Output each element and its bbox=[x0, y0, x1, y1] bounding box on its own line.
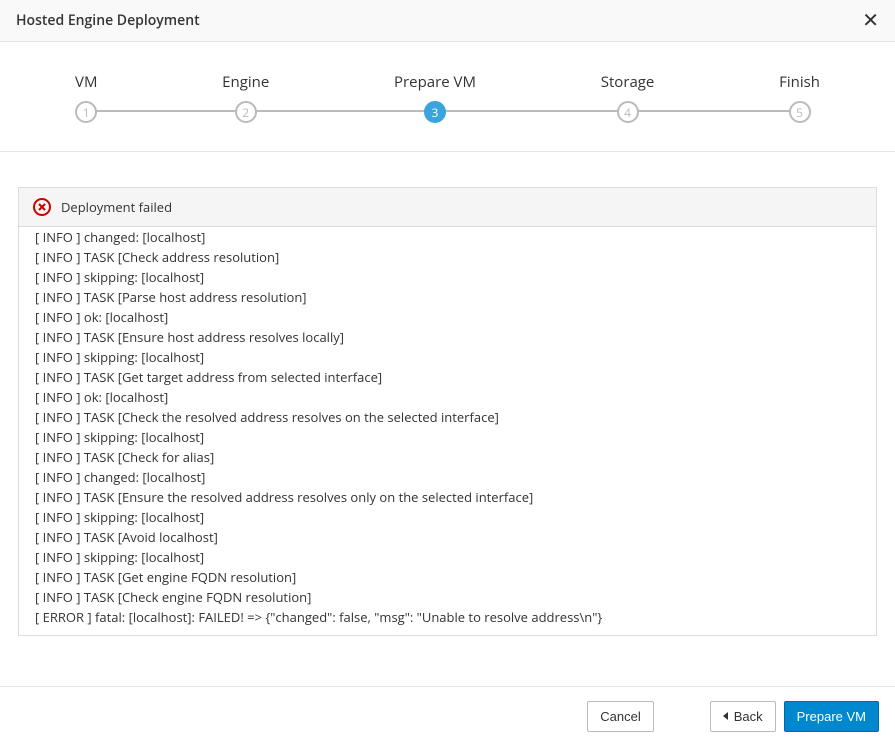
log-line: [ INFO ] ok: [localhost] bbox=[35, 307, 860, 327]
wizard-step-vm[interactable]: VM 1 bbox=[75, 72, 97, 123]
error-circle-icon bbox=[33, 198, 51, 216]
back-label: Back bbox=[734, 707, 763, 727]
chevron-left-icon bbox=[723, 712, 728, 720]
log-line: [ INFO ] TASK [Get engine FQDN resolutio… bbox=[35, 567, 860, 587]
log-line: [ INFO ] TASK [Check for alias] bbox=[35, 447, 860, 467]
cancel-label: Cancel bbox=[600, 707, 640, 727]
modal-title: Hosted Engine Deployment bbox=[16, 11, 200, 30]
step-label: Prepare VM bbox=[394, 72, 476, 92]
step-label: Engine bbox=[222, 72, 269, 92]
wizard-step-storage[interactable]: Storage 4 bbox=[601, 72, 655, 123]
primary-label: Prepare VM bbox=[797, 707, 866, 727]
log-line: [ INFO ] TASK [Parse host address resolu… bbox=[35, 287, 860, 307]
log-line: [ INFO ] TASK [Check the resolved addres… bbox=[35, 407, 860, 427]
wizard-progress: VM 1 Engine 2 Prepare VM 3 Storage 4 Fin… bbox=[0, 42, 895, 152]
log-line: [ INFO ] skipping: [localhost] bbox=[35, 507, 860, 527]
wizard-step-prepare-vm[interactable]: Prepare VM 3 bbox=[394, 72, 476, 123]
log-line: [ INFO ] TASK [Get target address from s… bbox=[35, 367, 860, 387]
log-line: [ INFO ] ok: [localhost] bbox=[35, 387, 860, 407]
status-bar: Deployment failed bbox=[18, 187, 877, 226]
prepare-vm-button[interactable]: Prepare VM bbox=[784, 701, 879, 733]
log-line: [ INFO ] TASK [Check engine FQDN resolut… bbox=[35, 587, 860, 607]
step-number-circle: 5 bbox=[789, 101, 811, 123]
content-area: Deployment failed [ INFO ] changed: [loc… bbox=[0, 152, 895, 636]
log-line: [ INFO ] skipping: [localhost] bbox=[35, 267, 860, 287]
step-number-circle: 4 bbox=[617, 101, 639, 123]
log-output[interactable]: [ INFO ] changed: [localhost][ INFO ] TA… bbox=[18, 226, 877, 636]
log-line: [ INFO ] skipping: [localhost] bbox=[35, 547, 860, 567]
log-line: [ INFO ] skipping: [localhost] bbox=[35, 427, 860, 447]
wizard-footer: Cancel Back Prepare VM bbox=[0, 686, 895, 746]
step-label: Finish bbox=[779, 72, 820, 92]
log-line: [ INFO ] TASK [Avoid localhost] bbox=[35, 527, 860, 547]
wizard-step-finish[interactable]: Finish 5 bbox=[779, 72, 820, 123]
cancel-button[interactable]: Cancel bbox=[587, 701, 653, 733]
step-label: VM bbox=[75, 72, 97, 92]
step-number-circle: 1 bbox=[75, 101, 97, 123]
modal-header: Hosted Engine Deployment ✕ bbox=[0, 0, 895, 42]
step-label: Storage bbox=[601, 72, 655, 92]
step-number-circle: 2 bbox=[235, 101, 257, 123]
back-button[interactable]: Back bbox=[710, 701, 776, 733]
log-line: [ INFO ] skipping: [localhost] bbox=[35, 347, 860, 367]
wizard-step-engine[interactable]: Engine 2 bbox=[222, 72, 269, 123]
log-line: [ INFO ] TASK [Ensure the resolved addre… bbox=[35, 487, 860, 507]
footer-spacer bbox=[662, 701, 702, 733]
log-line: [ INFO ] TASK [Check address resolution] bbox=[35, 247, 860, 267]
status-text: Deployment failed bbox=[61, 198, 172, 216]
log-line: [ INFO ] changed: [localhost] bbox=[35, 467, 860, 487]
log-line: [ ERROR ] fatal: [localhost]: FAILED! =>… bbox=[35, 607, 860, 627]
log-line: [ INFO ] changed: [localhost] bbox=[35, 227, 860, 247]
close-icon: ✕ bbox=[862, 10, 879, 32]
step-number-circle: 3 bbox=[424, 101, 446, 123]
close-button[interactable]: ✕ bbox=[862, 11, 879, 31]
log-line: [ INFO ] TASK [Ensure host address resol… bbox=[35, 327, 860, 347]
